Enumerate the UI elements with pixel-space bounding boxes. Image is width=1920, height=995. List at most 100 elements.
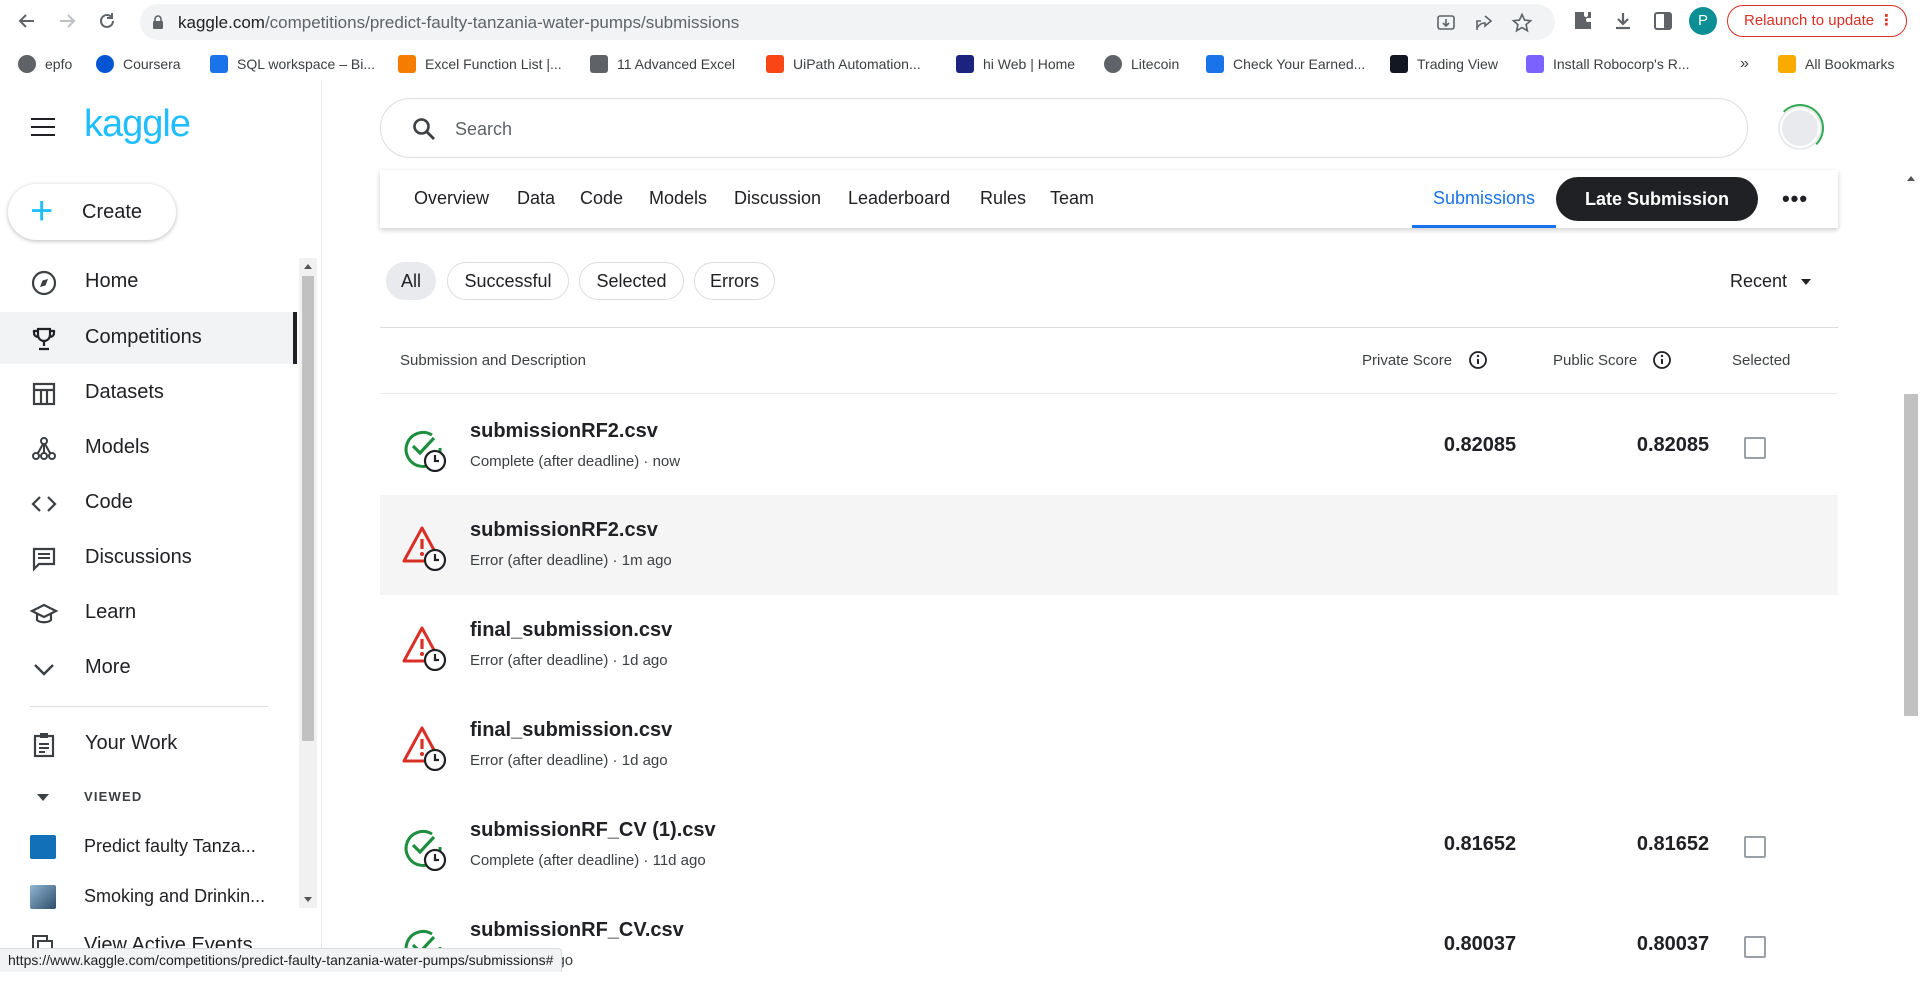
- bookmark-tradingview[interactable]: Trading View: [1390, 55, 1498, 73]
- tab-overview[interactable]: Overview: [414, 188, 489, 209]
- models-icon: [32, 437, 56, 460]
- star-icon[interactable]: [1511, 12, 1533, 34]
- table-row[interactable]: submissionRF_CV.csvdline) · 11d ago0.800…: [380, 895, 1838, 995]
- sidebar-item-more[interactable]: More: [0, 642, 296, 694]
- select-checkbox[interactable]: [1744, 836, 1766, 858]
- tab-models[interactable]: Models: [649, 188, 707, 209]
- bookmark-label: UiPath Automation...: [793, 56, 921, 72]
- sort-dropdown[interactable]: Recent: [1730, 271, 1812, 292]
- share-icon[interactable]: [1473, 12, 1495, 34]
- select-checkbox[interactable]: [1744, 936, 1766, 958]
- success-clock-icon: [404, 430, 447, 472]
- sidebar-item-home[interactable]: Home: [0, 256, 296, 308]
- search-bar[interactable]: [380, 98, 1748, 158]
- dataset-thumbnail: [30, 885, 56, 909]
- tab-rules[interactable]: Rules: [980, 188, 1026, 209]
- bookmark-litecoin[interactable]: Litecoin: [1104, 55, 1179, 73]
- filter-chip-selected[interactable]: Selected: [579, 262, 684, 300]
- table-row[interactable]: submissionRF2.csv Error (after deadline) …: [380, 495, 1838, 595]
- extensions-icon[interactable]: [1571, 9, 1595, 33]
- info-icon[interactable]: [1652, 350, 1672, 370]
- sidebar-item-label: Learn: [85, 601, 137, 623]
- bookmark-excel-functions[interactable]: Excel Function List |...: [398, 55, 562, 73]
- bookmark-label: Coursera: [123, 56, 181, 72]
- discussion-icon: [32, 547, 56, 572]
- address-bar[interactable]: kaggle.com/competitions/predict-faulty-t…: [140, 4, 1555, 40]
- table-row[interactable]: final_submission.csv Error (after deadlin…: [380, 595, 1838, 695]
- create-label: Create: [82, 201, 143, 223]
- page-scrollbar[interactable]: [1902, 166, 1920, 972]
- kaggle-logo[interactable]: kaggle: [84, 103, 191, 146]
- table-row[interactable]: submissionRF2.csv Complete (after deadlin…: [380, 396, 1838, 496]
- filter-chip-errors[interactable]: Errors: [694, 262, 775, 300]
- late-submission-button[interactable]: Late Submission: [1556, 177, 1758, 221]
- page-scroll-thumb[interactable]: [1904, 394, 1918, 716]
- forward-button[interactable]: [52, 6, 82, 36]
- left-navigation: kaggle + Create Home Competitions Datase…: [0, 80, 322, 972]
- competition-thumbnail: [30, 835, 56, 859]
- column-header-private-score[interactable]: Private Score: [1362, 352, 1452, 369]
- table-row[interactable]: final_submission.csv Error (after deadlin…: [380, 695, 1838, 795]
- user-avatar[interactable]: [1780, 108, 1820, 148]
- bookmark-earned[interactable]: Check Your Earned...: [1206, 55, 1365, 73]
- tab-leaderboard[interactable]: Leaderboard: [848, 188, 950, 209]
- profile-avatar[interactable]: P: [1689, 7, 1717, 35]
- menu-icon[interactable]: [31, 118, 55, 136]
- sidebar-item-label: Datasets: [85, 381, 164, 403]
- bookmark-uipath[interactable]: UiPath Automation...: [766, 55, 921, 73]
- submission-name[interactable]: submissionRF_CV (1).csv: [470, 819, 716, 842]
- sidebar-item-your-work[interactable]: Your Work: [0, 718, 296, 770]
- info-icon[interactable]: [1468, 350, 1488, 370]
- back-button[interactable]: [12, 6, 42, 36]
- reload-button[interactable]: [92, 6, 122, 36]
- sidebar-item-competitions[interactable]: Competitions: [0, 312, 296, 364]
- collapse-viewed-icon[interactable]: [37, 794, 49, 801]
- filter-chip-all[interactable]: All: [386, 262, 436, 300]
- sidebar-item-datasets[interactable]: Datasets: [0, 367, 296, 419]
- sidebar-item-label: Your Work: [85, 732, 178, 754]
- submission-name[interactable]: final_submission.csv: [470, 619, 672, 642]
- more-bookmarks-button[interactable]: »: [1740, 55, 1749, 73]
- tab-team[interactable]: Team: [1050, 188, 1094, 209]
- sidebar-item-label: Discussions: [85, 546, 192, 568]
- submission-name[interactable]: final_submission.csv: [470, 719, 672, 742]
- submission-name[interactable]: submissionRF_CV.csv: [470, 919, 684, 942]
- bookmark-epfo[interactable]: epfo: [18, 55, 72, 73]
- side-panel-icon[interactable]: [1651, 9, 1675, 33]
- filter-chip-successful[interactable]: Successful: [447, 262, 569, 300]
- bookmark-sql[interactable]: SQL workspace – Bi...: [210, 55, 375, 73]
- tab-code[interactable]: Code: [580, 188, 623, 209]
- bookmark-advanced-excel[interactable]: 11 Advanced Excel: [590, 55, 735, 73]
- install-app-icon[interactable]: [1435, 12, 1457, 34]
- relaunch-button[interactable]: Relaunch to update ⋮: [1727, 5, 1907, 37]
- tab-submissions[interactable]: Submissions: [1412, 170, 1556, 228]
- column-header-public-score[interactable]: Public Score: [1553, 352, 1637, 369]
- sidebar-item-discussions[interactable]: Discussions: [0, 532, 296, 584]
- bookmark-hiweb[interactable]: hi Web | Home: [956, 55, 1075, 73]
- all-bookmarks-button[interactable]: All Bookmarks: [1778, 55, 1894, 73]
- sidebar-item-learn[interactable]: Learn: [0, 587, 296, 639]
- sidebar-item-models[interactable]: Models: [0, 422, 296, 474]
- bookmark-coursera[interactable]: Coursera: [96, 55, 181, 73]
- sidebar-scroll-thumb[interactable]: [302, 276, 314, 741]
- sidebar-scrollbar[interactable]: [299, 258, 317, 908]
- submission-description: Complete (after deadline) · now: [470, 453, 681, 470]
- tab-data[interactable]: Data: [517, 188, 555, 209]
- globe-icon: [1104, 55, 1122, 73]
- viewed-item[interactable]: Predict faulty Tanza...: [0, 826, 296, 866]
- sidebar-item-code[interactable]: Code: [0, 477, 296, 529]
- submission-name[interactable]: submissionRF2.csv: [470, 519, 658, 542]
- viewed-item[interactable]: Smoking and Drinkin...: [0, 876, 296, 916]
- bookmark-robocorp[interactable]: Install Robocorp's R...: [1526, 55, 1690, 73]
- tab-discussion[interactable]: Discussion: [734, 188, 821, 209]
- download-icon[interactable]: [1611, 9, 1635, 33]
- select-checkbox[interactable]: [1744, 437, 1766, 459]
- search-input[interactable]: [455, 115, 1655, 143]
- url-text: kaggle.com/competitions/predict-faulty-t…: [178, 13, 739, 33]
- more-options-icon[interactable]: •••: [1780, 186, 1810, 211]
- submission-name[interactable]: submissionRF2.csv: [470, 420, 658, 443]
- school-icon: [30, 603, 58, 624]
- clipboard-icon: [33, 733, 55, 758]
- table-row[interactable]: submissionRF_CV (1).csv Complete (after d…: [380, 795, 1838, 895]
- create-button[interactable]: + Create: [8, 184, 176, 240]
